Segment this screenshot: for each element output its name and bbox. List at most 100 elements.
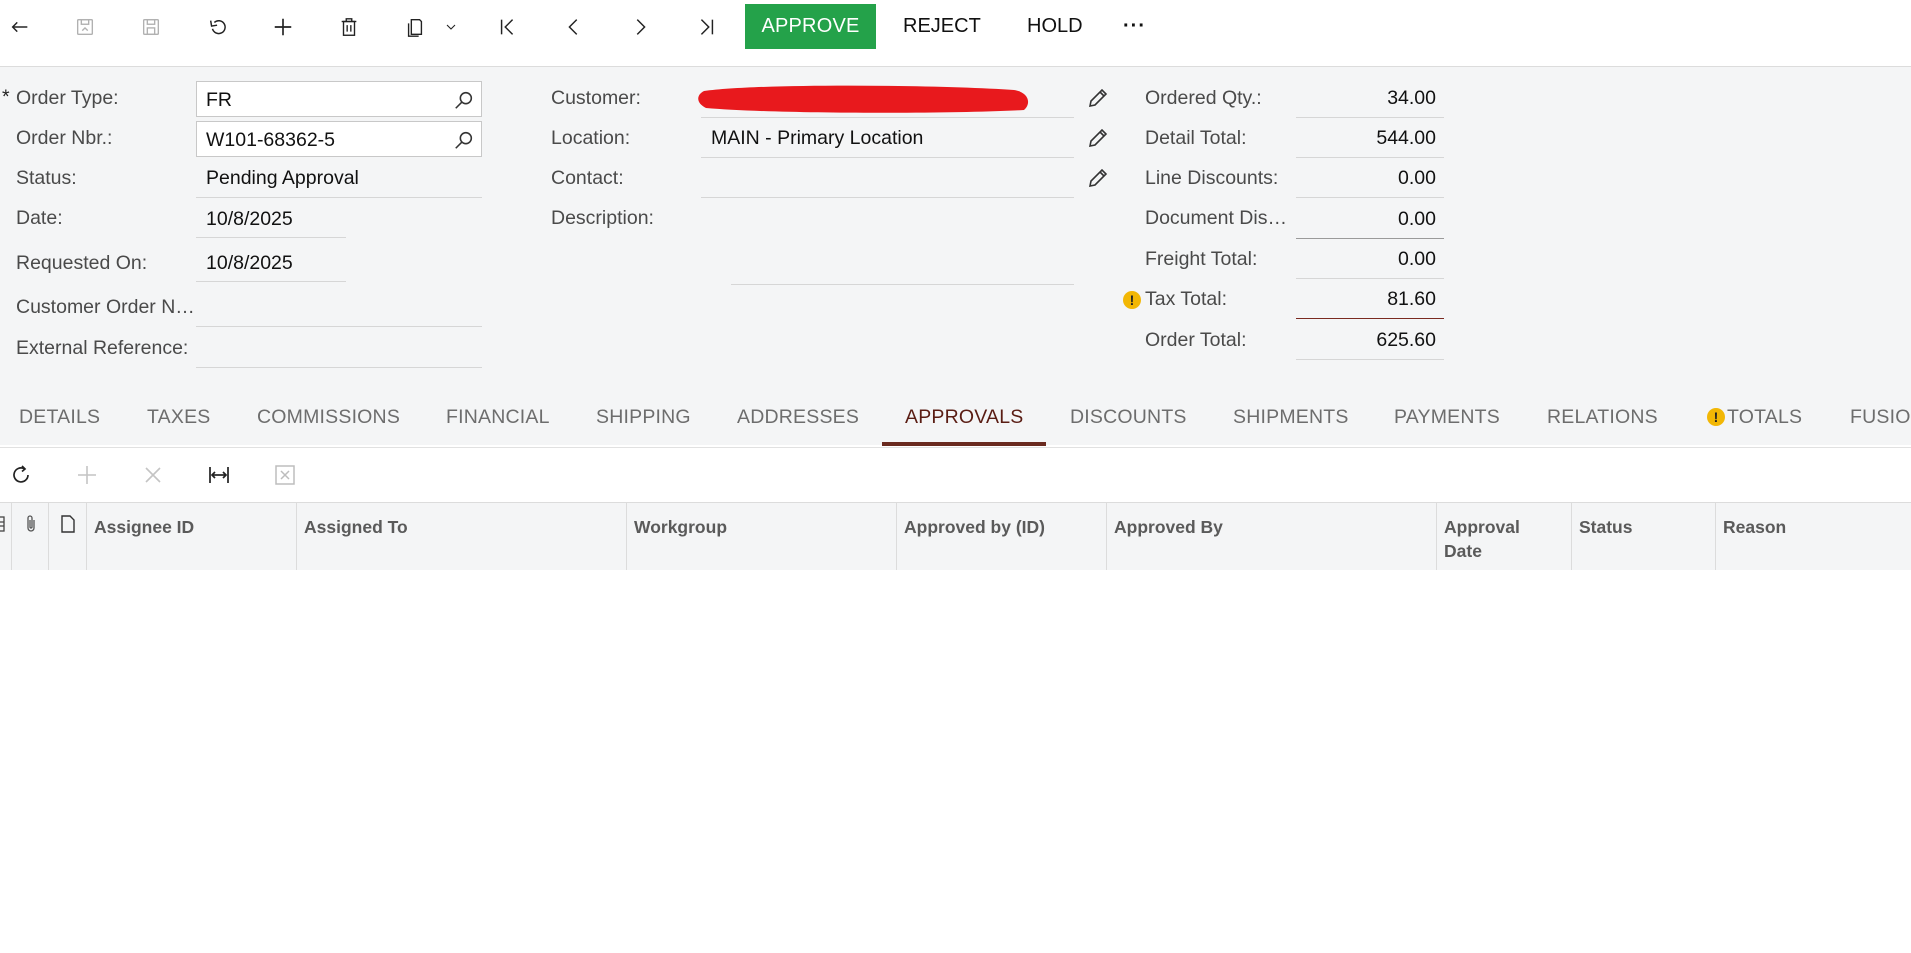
edit-customer-icon[interactable] [1086,86,1110,110]
customer-order-nbr-label: Customer Order N… [16,296,195,318]
tab-approvals[interactable]: APPROVALS [905,406,1024,429]
back-icon[interactable] [2,9,38,45]
requested-on-label: Requested On: [16,252,148,274]
freight-total-value: 0.00 [1398,248,1436,270]
location-value[interactable]: MAIN - Primary Location [711,127,923,150]
column-approved-by-id[interactable]: Approved by (ID) [897,503,1107,570]
order-nbr-value: W101-68362-5 [206,129,335,151]
approvals-grid-header: Assignee ID Assigned To Workgroup Approv… [0,502,1911,571]
paperclip-icon [27,515,35,532]
order-total-label: Order Total: [1145,329,1247,351]
tax-total-warning-icon[interactable]: ! [1123,291,1141,309]
redacted-customer-value[interactable] [694,81,1034,117]
date-field[interactable]: 10/8/2025 [206,208,293,231]
order-nbr-label: Order Nbr.: [16,127,113,149]
line-discounts-label: Line Discounts: [1145,167,1279,189]
column-approval-date[interactable]: Approval Date [1437,503,1572,570]
copy-paste-icon[interactable] [397,9,433,45]
freight-total-label: Freight Total: [1145,248,1258,270]
detail-total-value: 544.00 [1376,127,1436,149]
first-record-icon[interactable] [490,9,526,45]
totals-warning-icon: ! [1707,408,1725,426]
order-type-label: Order Type: [16,87,119,109]
undo-icon[interactable] [200,9,236,45]
external-reference-label: External Reference: [16,337,189,359]
contact-label: Contact: [551,167,624,189]
tab-payments[interactable]: PAYMENTS [1394,406,1500,429]
tab-fusion[interactable]: FUSIO [1850,406,1911,429]
notes-column[interactable] [49,503,87,570]
customer-order-nbr-field[interactable] [196,326,482,327]
order-summary-form: * Order Type: FR Order Nbr.: W101-68362-… [0,67,1911,445]
status-label: Status: [16,167,77,189]
column-assigned-to[interactable]: Assigned To [297,503,627,570]
column-workgroup[interactable]: Workgroup [627,503,897,570]
tab-taxes[interactable]: TAXES [147,406,211,429]
tab-totals[interactable]: TOTALS [1727,406,1802,429]
last-record-icon[interactable] [688,9,724,45]
tab-relations[interactable]: RELATIONS [1547,406,1658,429]
edit-contact-icon[interactable] [1086,166,1110,190]
save-icon[interactable] [133,9,169,45]
external-reference-field[interactable] [196,367,482,368]
refresh-icon[interactable] [7,461,35,489]
tax-total-label: Tax Total: [1145,288,1228,310]
approve-button[interactable]: APPROVE [745,4,876,49]
search-icon[interactable] [453,129,475,151]
description-label: Description: [551,207,654,229]
tab-shipping[interactable]: SHIPPING [596,406,691,429]
line-discounts-value: 0.00 [1398,167,1436,189]
delete-icon[interactable] [331,9,367,45]
tab-details[interactable]: DETAILS [19,406,100,429]
column-reason[interactable]: Reason [1716,503,1911,570]
previous-record-icon[interactable] [556,9,592,45]
requested-on-field[interactable]: 10/8/2025 [206,252,293,275]
order-type-value: FR [206,89,232,111]
required-marker: * [2,86,10,108]
tab-financial[interactable]: FINANCIAL [446,406,550,429]
fit-columns-icon[interactable] [205,461,233,489]
order-nbr-selector[interactable]: W101-68362-5 [196,121,482,157]
date-label: Date: [16,207,63,229]
chevron-down-icon[interactable] [434,9,468,45]
tab-commissions[interactable]: COMMISSIONS [257,406,400,429]
ordered-qty-value: 34.00 [1387,87,1436,109]
more-actions-button[interactable]: ··· [1123,4,1146,49]
files-column[interactable] [12,503,49,570]
contact-field[interactable] [701,197,1074,198]
tab-discounts[interactable]: DISCOUNTS [1070,406,1187,429]
column-approved-by[interactable]: Approved By [1107,503,1437,570]
document-discounts-label: Document Dis… [1145,207,1287,229]
grid-settings-icon[interactable] [0,515,8,533]
ordered-qty-label: Ordered Qty.: [1145,87,1262,109]
location-label: Location: [551,127,631,149]
order-type-selector[interactable]: FR [196,81,482,117]
customer-label: Customer: [551,87,641,109]
add-icon[interactable] [265,9,301,45]
column-assignee-id[interactable]: Assignee ID [87,503,297,570]
approvals-grid-body [0,570,1911,953]
add-row-icon[interactable] [73,461,101,489]
next-record-icon[interactable] [622,9,658,45]
edit-location-icon[interactable] [1086,126,1110,150]
save-and-close-icon[interactable] [67,9,103,45]
reject-button[interactable]: REJECT [903,4,981,49]
document-discounts-value[interactable]: 0.00 [1296,208,1436,231]
order-total-value: 625.60 [1376,329,1436,351]
row-selector-column[interactable] [0,503,12,570]
delete-row-icon[interactable] [139,461,167,489]
search-icon[interactable] [453,89,475,111]
description-field[interactable] [731,284,1074,285]
grid-toolbar [0,447,1911,503]
status-value: Pending Approval [206,167,359,189]
note-icon [61,515,75,533]
main-toolbar: APPROVE REJECT HOLD ··· [0,0,1911,67]
export-excel-icon[interactable] [271,461,299,489]
tab-shipments[interactable]: SHIPMENTS [1233,406,1349,429]
active-tab-indicator [882,442,1046,446]
hold-button[interactable]: HOLD [1027,4,1083,49]
tab-bar: DETAILS TAXES COMMISSIONS FINANCIAL SHIP… [0,390,1911,446]
column-status[interactable]: Status [1572,503,1716,570]
tab-addresses[interactable]: ADDRESSES [737,406,859,429]
detail-total-label: Detail Total: [1145,127,1247,149]
